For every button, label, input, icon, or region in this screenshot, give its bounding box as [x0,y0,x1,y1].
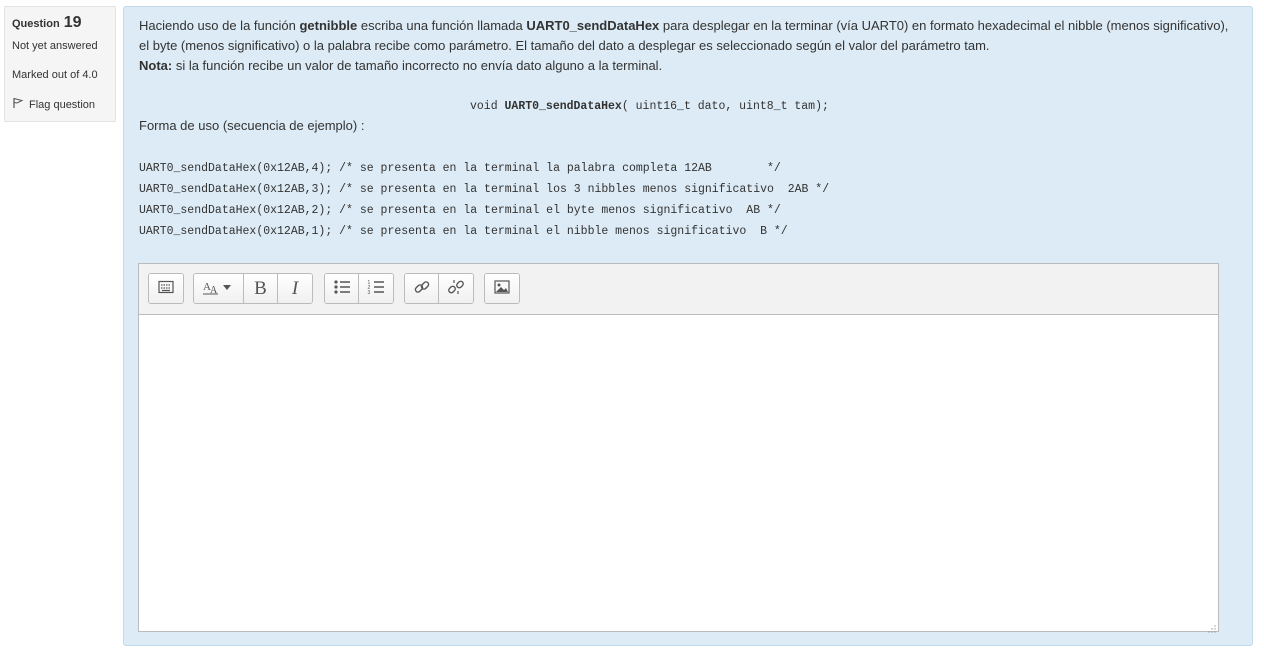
note-label: Nota: [139,58,173,73]
question-info: Question 19 Not yet answered Marked out … [4,6,116,122]
bold-button[interactable]: B [244,274,278,303]
answer-text-area[interactable] [139,315,1218,631]
ordered-list-icon: 1 2 3 [367,279,385,298]
toolbar-group-lists: 1 2 3 [324,273,394,304]
question-state: Not yet answered [12,40,98,52]
function-signature: void UART0_sendDataHex( uint16_t dato, u… [470,100,829,113]
toolbar-group-links [404,273,474,304]
link-button[interactable] [405,274,439,303]
flag-question-label: Flag question [29,98,96,111]
toolbar-group-toggle [148,273,184,304]
italic-icon: I [291,277,299,299]
flag-icon [12,97,29,112]
answer-editor: A A B I 1 2 3 [138,263,1219,633]
ordered-list-button[interactable]: 1 2 3 [359,274,393,303]
question-text-bold: UART0_sendDataHex [526,18,660,33]
note-text: si la función recibe un valor de tamaño … [172,58,663,73]
question-label: Question [12,18,60,30]
question-number: Question 19 [12,13,108,34]
bold-icon: B [254,277,267,299]
question-text-part: Haciendo uso de la función [139,18,300,33]
svg-text:3: 3 [368,290,371,295]
unordered-list-icon [333,279,351,298]
unlink-button[interactable] [439,274,473,303]
italic-button[interactable]: I [278,274,312,303]
question-text: Haciendo uso de la función getnibble esc… [139,16,1229,76]
question-grade: Marked out of 4.0 [12,69,98,81]
code-example: UART0_sendDataHex(0x12AB,4); /* se prese… [139,158,829,242]
resize-handle-icon[interactable] [1208,621,1216,633]
unlink-icon [447,278,465,299]
unordered-list-button[interactable] [325,274,359,303]
signature-prefix: void [470,100,505,113]
question-text-part: escriba una función llamada [357,18,527,33]
toolbar-group-media [484,273,520,304]
code-line: UART0_sendDataHex(0x12AB,1); /* se prese… [139,225,788,238]
question-text-bold: getnibble [299,18,358,33]
usage-label: Forma de uso (secuencia de ejemplo) : [139,118,365,133]
toolbar-toggle-button[interactable] [149,274,183,303]
signature-name: UART0_sendDataHex [504,100,622,113]
insert-image-button[interactable] [485,274,519,303]
font-style-button[interactable]: A A [194,274,244,303]
image-icon [494,280,510,297]
keyboard-icon [158,280,174,297]
code-line: UART0_sendDataHex(0x12AB,4); /* se prese… [139,162,781,175]
question-number-value: 19 [63,14,82,31]
link-icon [413,278,431,299]
code-line: UART0_sendDataHex(0x12AB,3); /* se prese… [139,183,830,196]
flag-question-link[interactable]: Flag question [12,97,108,112]
toolbar-group-style: A A B I [193,273,313,304]
font-style-icon: A A [201,279,237,298]
signature-suffix: ( uint16_t dato, uint8_t tam); [621,100,829,113]
editor-toolbar: A A B I 1 2 3 [139,264,1218,315]
question-formulation: Haciendo uso de la función getnibble esc… [123,6,1253,646]
code-line: UART0_sendDataHex(0x12AB,2); /* se prese… [139,204,781,217]
